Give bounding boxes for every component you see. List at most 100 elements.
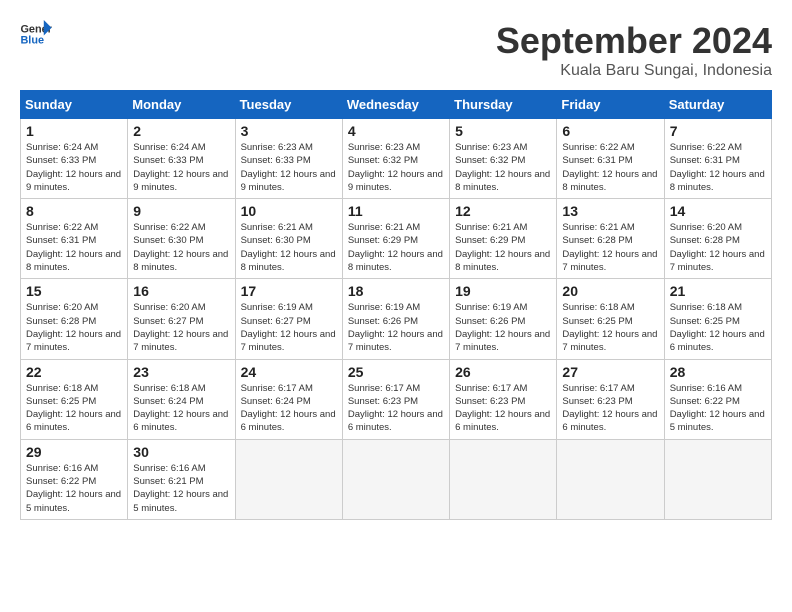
day-number: 20 bbox=[562, 283, 658, 299]
day-info: Sunrise: 6:22 AMSunset: 6:31 PMDaylight:… bbox=[26, 221, 122, 274]
calendar-cell bbox=[342, 439, 449, 519]
day-info: Sunrise: 6:20 AMSunset: 6:27 PMDaylight:… bbox=[133, 301, 229, 354]
day-info: Sunrise: 6:24 AMSunset: 6:33 PMDaylight:… bbox=[133, 141, 229, 194]
day-number: 14 bbox=[670, 203, 766, 219]
header-wednesday: Wednesday bbox=[342, 91, 449, 119]
day-info: Sunrise: 6:17 AMSunset: 6:23 PMDaylight:… bbox=[348, 382, 444, 435]
day-info: Sunrise: 6:21 AMSunset: 6:29 PMDaylight:… bbox=[348, 221, 444, 274]
calendar-cell: 14 Sunrise: 6:20 AMSunset: 6:28 PMDayligh… bbox=[664, 199, 771, 279]
day-number: 22 bbox=[26, 364, 122, 380]
day-number: 23 bbox=[133, 364, 229, 380]
day-number: 1 bbox=[26, 123, 122, 139]
header-tuesday: Tuesday bbox=[235, 91, 342, 119]
day-info: Sunrise: 6:17 AMSunset: 6:24 PMDaylight:… bbox=[241, 382, 337, 435]
calendar-cell: 16 Sunrise: 6:20 AMSunset: 6:27 PMDayligh… bbox=[128, 279, 235, 359]
day-number: 16 bbox=[133, 283, 229, 299]
calendar-header-row: Sunday Monday Tuesday Wednesday Thursday… bbox=[21, 91, 772, 119]
calendar-cell: 1 Sunrise: 6:24 AMSunset: 6:33 PMDaylight… bbox=[21, 119, 128, 199]
day-info: Sunrise: 6:23 AMSunset: 6:33 PMDaylight:… bbox=[241, 141, 337, 194]
logo-icon: General Blue bbox=[20, 20, 52, 48]
day-info: Sunrise: 6:18 AMSunset: 6:25 PMDaylight:… bbox=[26, 382, 122, 435]
day-info: Sunrise: 6:22 AMSunset: 6:31 PMDaylight:… bbox=[562, 141, 658, 194]
day-info: Sunrise: 6:21 AMSunset: 6:28 PMDaylight:… bbox=[562, 221, 658, 274]
day-number: 4 bbox=[348, 123, 444, 139]
day-info: Sunrise: 6:19 AMSunset: 6:26 PMDaylight:… bbox=[348, 301, 444, 354]
day-info: Sunrise: 6:21 AMSunset: 6:29 PMDaylight:… bbox=[455, 221, 551, 274]
day-info: Sunrise: 6:18 AMSunset: 6:24 PMDaylight:… bbox=[133, 382, 229, 435]
svg-text:Blue: Blue bbox=[20, 34, 44, 46]
calendar-cell: 11 Sunrise: 6:21 AMSunset: 6:29 PMDayligh… bbox=[342, 199, 449, 279]
day-info: Sunrise: 6:18 AMSunset: 6:25 PMDaylight:… bbox=[670, 301, 766, 354]
day-number: 5 bbox=[455, 123, 551, 139]
day-number: 29 bbox=[26, 444, 122, 460]
header-sunday: Sunday bbox=[21, 91, 128, 119]
calendar-cell bbox=[450, 439, 557, 519]
day-number: 6 bbox=[562, 123, 658, 139]
day-info: Sunrise: 6:17 AMSunset: 6:23 PMDaylight:… bbox=[455, 382, 551, 435]
calendar-row: 22 Sunrise: 6:18 AMSunset: 6:25 PMDayligh… bbox=[21, 359, 772, 439]
day-number: 30 bbox=[133, 444, 229, 460]
calendar-cell: 9 Sunrise: 6:22 AMSunset: 6:30 PMDaylight… bbox=[128, 199, 235, 279]
day-number: 24 bbox=[241, 364, 337, 380]
day-info: Sunrise: 6:16 AMSunset: 6:22 PMDaylight:… bbox=[670, 382, 766, 435]
day-number: 8 bbox=[26, 203, 122, 219]
calendar-cell: 26 Sunrise: 6:17 AMSunset: 6:23 PMDayligh… bbox=[450, 359, 557, 439]
calendar-cell: 29 Sunrise: 6:16 AMSunset: 6:22 PMDayligh… bbox=[21, 439, 128, 519]
day-number: 9 bbox=[133, 203, 229, 219]
day-number: 12 bbox=[455, 203, 551, 219]
day-info: Sunrise: 6:18 AMSunset: 6:25 PMDaylight:… bbox=[562, 301, 658, 354]
title-area: September 2024 Kuala Baru Sungai, Indone… bbox=[496, 20, 772, 80]
day-info: Sunrise: 6:24 AMSunset: 6:33 PMDaylight:… bbox=[26, 141, 122, 194]
day-number: 21 bbox=[670, 283, 766, 299]
calendar-row: 29 Sunrise: 6:16 AMSunset: 6:22 PMDayligh… bbox=[21, 439, 772, 519]
day-number: 25 bbox=[348, 364, 444, 380]
calendar-cell: 18 Sunrise: 6:19 AMSunset: 6:26 PMDayligh… bbox=[342, 279, 449, 359]
day-info: Sunrise: 6:16 AMSunset: 6:21 PMDaylight:… bbox=[133, 462, 229, 515]
day-number: 13 bbox=[562, 203, 658, 219]
day-info: Sunrise: 6:20 AMSunset: 6:28 PMDaylight:… bbox=[26, 301, 122, 354]
calendar-cell: 6 Sunrise: 6:22 AMSunset: 6:31 PMDaylight… bbox=[557, 119, 664, 199]
calendar-cell: 30 Sunrise: 6:16 AMSunset: 6:21 PMDayligh… bbox=[128, 439, 235, 519]
calendar-cell: 10Sunrise: 6:21 AMSunset: 6:30 PMDayligh… bbox=[235, 199, 342, 279]
day-number: 28 bbox=[670, 364, 766, 380]
day-number: 11 bbox=[348, 203, 444, 219]
calendar-cell: 24 Sunrise: 6:17 AMSunset: 6:24 PMDayligh… bbox=[235, 359, 342, 439]
calendar-cell: 5 Sunrise: 6:23 AMSunset: 6:32 PMDaylight… bbox=[450, 119, 557, 199]
day-info: Sunrise: 6:23 AMSunset: 6:32 PMDaylight:… bbox=[455, 141, 551, 194]
header-friday: Friday bbox=[557, 91, 664, 119]
calendar-cell: 3 Sunrise: 6:23 AMSunset: 6:33 PMDaylight… bbox=[235, 119, 342, 199]
calendar-cell: 23 Sunrise: 6:18 AMSunset: 6:24 PMDayligh… bbox=[128, 359, 235, 439]
month-title: September 2024 bbox=[496, 20, 772, 62]
calendar-table: Sunday Monday Tuesday Wednesday Thursday… bbox=[20, 90, 772, 520]
day-number: 18 bbox=[348, 283, 444, 299]
header-thursday: Thursday bbox=[450, 91, 557, 119]
calendar-body: 1 Sunrise: 6:24 AMSunset: 6:33 PMDaylight… bbox=[21, 119, 772, 520]
day-number: 7 bbox=[670, 123, 766, 139]
calendar-cell bbox=[235, 439, 342, 519]
calendar-cell: 27Sunrise: 6:17 AMSunset: 6:23 PMDayligh… bbox=[557, 359, 664, 439]
calendar-cell: 17 Sunrise: 6:19 AMSunset: 6:27 PMDayligh… bbox=[235, 279, 342, 359]
day-number: 17 bbox=[241, 283, 337, 299]
location-title: Kuala Baru Sungai, Indonesia bbox=[496, 62, 772, 80]
logo: General Blue bbox=[20, 20, 52, 48]
calendar-cell: 19 Sunrise: 6:19 AMSunset: 6:26 PMDayligh… bbox=[450, 279, 557, 359]
day-info: Sunrise: 6:22 AMSunset: 6:30 PMDaylight:… bbox=[133, 221, 229, 274]
day-info: Sunrise: 6:19 AMSunset: 6:27 PMDaylight:… bbox=[241, 301, 337, 354]
calendar-cell: 7 Sunrise: 6:22 AMSunset: 6:31 PMDaylight… bbox=[664, 119, 771, 199]
day-info: Sunrise: 6:23 AMSunset: 6:32 PMDaylight:… bbox=[348, 141, 444, 194]
day-info: Sunrise: 6:21 AMSunset: 6:30 PMDaylight:… bbox=[241, 221, 337, 274]
calendar-cell: 28 Sunrise: 6:16 AMSunset: 6:22 PMDayligh… bbox=[664, 359, 771, 439]
day-number: 27 bbox=[562, 364, 658, 380]
day-number: 2 bbox=[133, 123, 229, 139]
day-number: 19 bbox=[455, 283, 551, 299]
calendar-cell: 15Sunrise: 6:20 AMSunset: 6:28 PMDayligh… bbox=[21, 279, 128, 359]
day-info: Sunrise: 6:20 AMSunset: 6:28 PMDaylight:… bbox=[670, 221, 766, 274]
calendar-cell: 8 Sunrise: 6:22 AMSunset: 6:31 PMDaylight… bbox=[21, 199, 128, 279]
day-number: 3 bbox=[241, 123, 337, 139]
day-info: Sunrise: 6:16 AMSunset: 6:22 PMDaylight:… bbox=[26, 462, 122, 515]
day-number: 26 bbox=[455, 364, 551, 380]
header-saturday: Saturday bbox=[664, 91, 771, 119]
day-info: Sunrise: 6:19 AMSunset: 6:26 PMDaylight:… bbox=[455, 301, 551, 354]
calendar-cell: 2 Sunrise: 6:24 AMSunset: 6:33 PMDaylight… bbox=[128, 119, 235, 199]
day-info: Sunrise: 6:22 AMSunset: 6:31 PMDaylight:… bbox=[670, 141, 766, 194]
